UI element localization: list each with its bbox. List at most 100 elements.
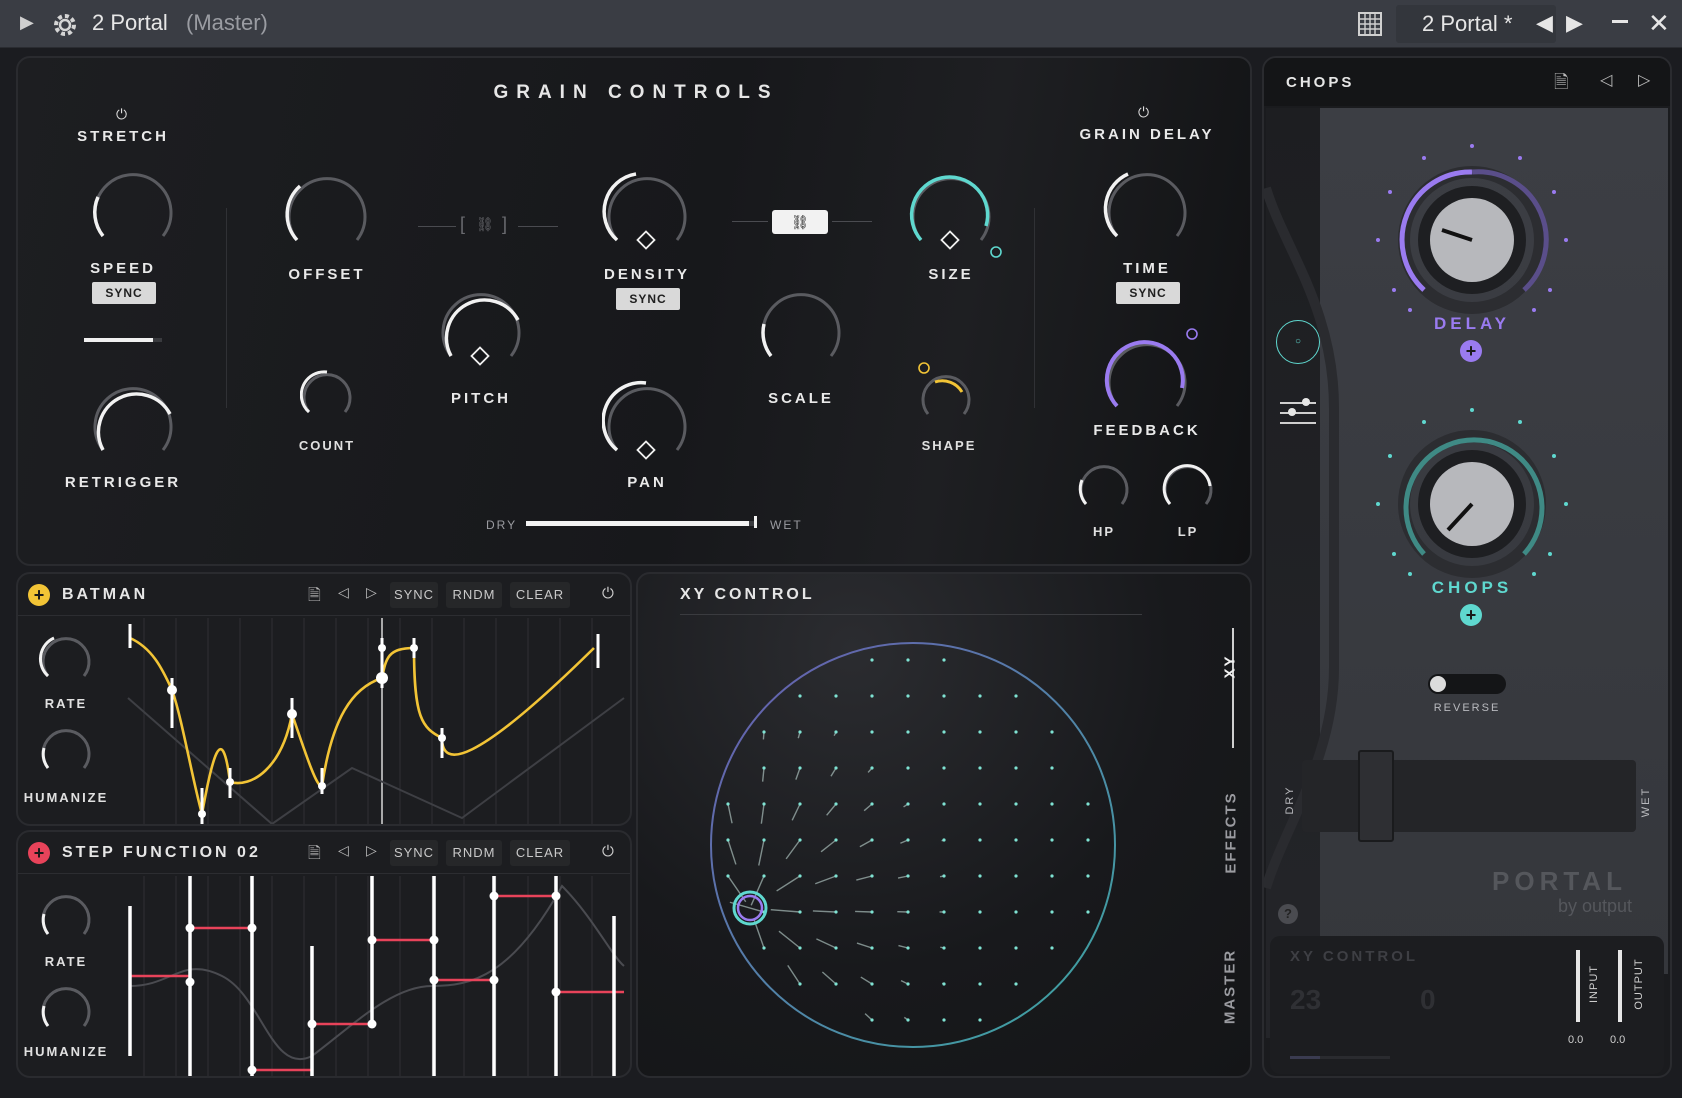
arrow-right-icon[interactable]: ▶ [20, 12, 34, 33]
tab-master[interactable]: MASTER [1222, 947, 1239, 1027]
link-bracket-offset-density[interactable]: [ ⛓ ] [418, 214, 558, 236]
stretch-slider[interactable] [84, 338, 162, 342]
density-knob[interactable] [602, 166, 692, 256]
xy-grid-dot [762, 730, 766, 734]
delay-knob[interactable] [1372, 140, 1572, 340]
stretch-power-icon[interactable]: ⏻ [116, 106, 127, 123]
close-icon[interactable]: ✕ [1648, 8, 1670, 39]
xy-grid-dot [942, 946, 946, 950]
speed-knob[interactable] [88, 162, 178, 252]
xy-vector-line [758, 839, 765, 866]
xy-vector-line [856, 942, 873, 949]
link-density-size[interactable]: ⛓ [732, 210, 872, 234]
shape-knob[interactable] [904, 358, 984, 428]
prev-icon[interactable]: ◁ [338, 584, 349, 601]
rate-knob[interactable] [38, 888, 94, 944]
xy-grid-dot [834, 982, 838, 986]
chops-dry-wet-fader[interactable] [1302, 750, 1636, 842]
grain-controls-title: GRAIN CONTROLS [493, 82, 779, 103]
bottom-meter [1290, 1056, 1390, 1059]
sync-button[interactable]: SYNC [390, 840, 438, 866]
xy-grid-dot [798, 730, 802, 734]
reverse-toggle[interactable] [1428, 674, 1506, 694]
prev-icon[interactable]: ◁ [338, 842, 349, 859]
chops-header: CHOPS 🗎 ◁ ▷ [1264, 58, 1670, 106]
xy-grid-dot [942, 658, 946, 662]
rndm-button[interactable]: RNDM [446, 582, 502, 608]
power-icon[interactable]: ⏻ [602, 843, 614, 860]
xy-grid-dot [942, 730, 946, 734]
time-sync-button[interactable]: SYNC [1116, 282, 1180, 304]
prev-icon[interactable]: ◁ [1600, 70, 1612, 90]
power-icon[interactable]: ⏻ [602, 585, 614, 602]
tab-xy[interactable]: XY [1222, 647, 1239, 687]
add-modulator-icon[interactable]: + [28, 842, 50, 864]
batman-envelope-graph[interactable] [112, 618, 630, 824]
offset-knob[interactable] [282, 166, 372, 256]
add-chops-modulation-icon[interactable]: + [1460, 604, 1482, 626]
next-icon[interactable]: ▷ [1638, 70, 1650, 90]
xy-grid-dot [798, 838, 802, 842]
next-icon[interactable]: ▷ [366, 584, 377, 601]
scale-label: SCALE [768, 390, 834, 407]
hp-label: HP [1092, 524, 1116, 539]
xy-grid-dot [1014, 730, 1018, 734]
clear-button[interactable]: CLEAR [510, 582, 570, 608]
scale-knob[interactable] [756, 282, 846, 372]
save-icon[interactable]: 🗎 [308, 584, 321, 611]
chevron-left-icon[interactable]: ◀ [1536, 10, 1553, 36]
dry-wet-slider[interactable] [526, 521, 754, 526]
dry-wet-handle[interactable] [754, 516, 757, 528]
hp-knob[interactable] [1076, 458, 1132, 514]
chevron-right-icon[interactable]: ▶ [1566, 10, 1583, 36]
output-label: OUTPUT [1633, 958, 1645, 1010]
sync-button[interactable]: SYNC [390, 582, 438, 608]
delay-label: DELAY [1433, 314, 1511, 333]
grain-delay-power-icon[interactable]: ⏻ [1138, 104, 1149, 121]
humanize-knob[interactable] [38, 722, 94, 778]
xy-grid-dot [1014, 802, 1018, 806]
save-icon[interactable]: 🗎 [1554, 70, 1568, 100]
feedback-knob[interactable] [1096, 320, 1206, 420]
xy-vector-line [859, 839, 873, 848]
modulator-step-function: + STEP FUNCTION 02 🗎 ◁ ▷ SYNC RNDM CLEAR… [16, 830, 632, 1078]
save-icon[interactable]: 🗎 [308, 842, 321, 869]
clear-button[interactable]: CLEAR [510, 840, 570, 866]
count-knob[interactable] [300, 368, 354, 422]
rndm-button[interactable]: RNDM [446, 840, 502, 866]
xy-grid-dot [906, 946, 910, 950]
fader-handle[interactable] [1358, 750, 1394, 842]
add-modulator-icon[interactable]: + [28, 584, 50, 606]
pitch-label: PITCH [451, 390, 511, 407]
grid-icon[interactable] [1358, 12, 1382, 36]
preset-selector[interactable]: 2 Portal * [1396, 5, 1556, 43]
help-icon[interactable]: ? [1278, 904, 1298, 924]
size-knob[interactable] [906, 166, 1006, 266]
step-function-graph[interactable] [112, 876, 630, 1076]
humanize-knob[interactable] [38, 980, 94, 1036]
pitch-knob[interactable] [436, 282, 526, 372]
rate-knob[interactable] [38, 630, 94, 686]
speed-sync-button[interactable]: SYNC [92, 282, 156, 304]
tab-effects[interactable]: EFFECTS [1223, 788, 1240, 878]
add-delay-modulation-icon[interactable]: + [1460, 340, 1482, 362]
xy-grid-dot [906, 766, 910, 770]
lp-knob[interactable] [1160, 458, 1216, 514]
time-knob[interactable] [1102, 162, 1192, 252]
next-icon[interactable]: ▷ [366, 842, 377, 859]
minimize-icon[interactable] [1612, 20, 1628, 23]
xy-grid-dot [762, 874, 766, 878]
xy-pad[interactable] [708, 640, 1118, 1050]
pan-knob[interactable] [602, 376, 692, 466]
gear-icon[interactable] [50, 10, 80, 40]
xy-grid-dot [942, 802, 946, 806]
xy-grid-dot [870, 838, 874, 842]
xy-grid-dot [726, 874, 730, 878]
retrigger-knob[interactable] [88, 376, 178, 466]
chops-knob[interactable] [1372, 404, 1572, 604]
xy-grid-dot [762, 802, 766, 806]
title-bar: ▶ 2 Portal (Master) 2 Portal * ◀ ▶ ✕ [0, 0, 1682, 48]
xy-grid-dot [978, 766, 982, 770]
humanize-label: HUMANIZE [23, 1044, 109, 1059]
density-sync-button[interactable]: SYNC [616, 288, 680, 310]
